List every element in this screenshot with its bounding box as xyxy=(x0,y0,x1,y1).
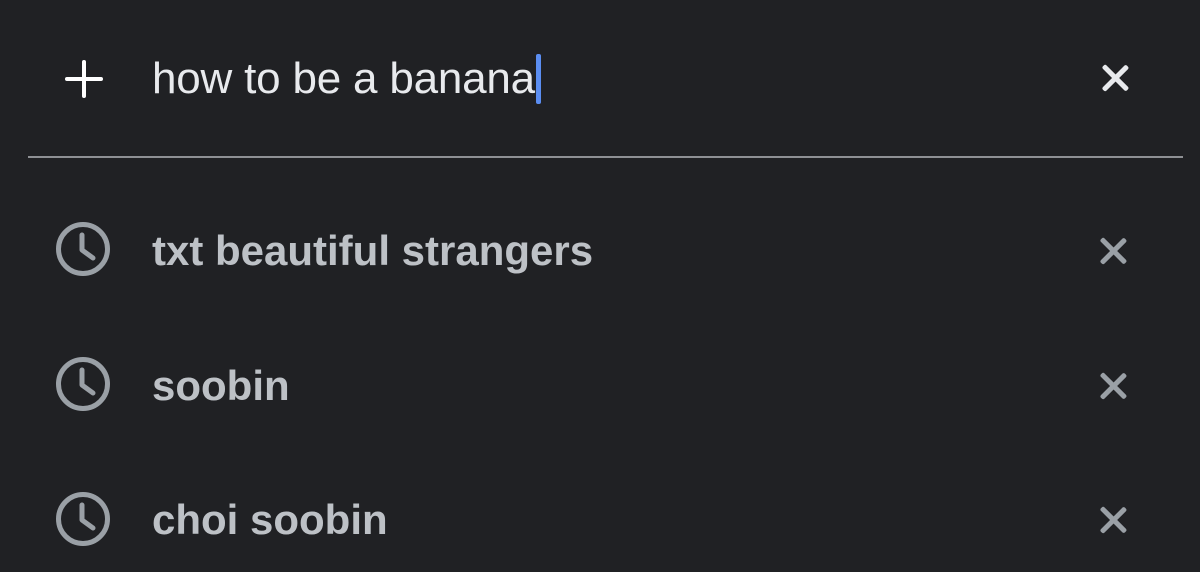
history-icon xyxy=(54,355,112,413)
clear-search-close-icon[interactable] xyxy=(1094,57,1136,99)
remove-suggestion-close-icon[interactable] xyxy=(1092,230,1134,272)
suggestion-item[interactable]: txt beautiful strangers xyxy=(0,194,1200,304)
search-bar: how to be a banana xyxy=(0,0,1200,158)
remove-suggestion-close-icon[interactable] xyxy=(1092,499,1134,541)
suggestion-label: choi soobin xyxy=(152,496,388,543)
history-icon xyxy=(54,220,112,278)
plus-icon[interactable] xyxy=(62,58,106,102)
remove-suggestion-close-icon[interactable] xyxy=(1092,365,1134,407)
search-input[interactable]: how to be a banana xyxy=(152,46,541,112)
suggestion-item[interactable]: choi soobin xyxy=(0,462,1200,572)
suggestion-label: txt beautiful strangers xyxy=(152,227,594,274)
history-icon xyxy=(54,490,112,548)
search-divider xyxy=(28,156,1183,158)
search-query-text: how to be a banana xyxy=(152,54,535,103)
text-caret xyxy=(535,54,541,104)
suggestion-item[interactable]: soobin xyxy=(0,328,1200,438)
suggestion-label: soobin xyxy=(152,362,290,409)
